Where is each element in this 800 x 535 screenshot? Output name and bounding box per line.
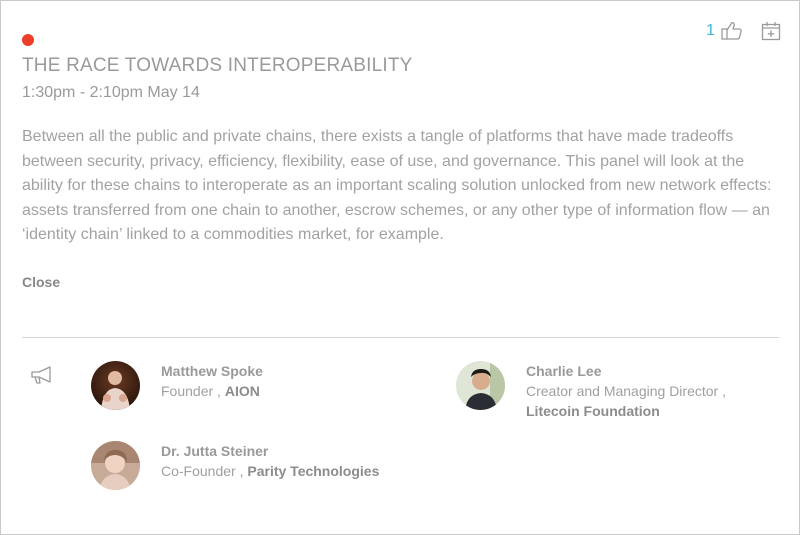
speaker-title: Co-Founder <box>161 463 236 479</box>
separator: , <box>718 383 726 399</box>
speaker-organization: AION <box>224 383 260 399</box>
session-actions: 1 <box>706 21 781 41</box>
session-time: 1:30pm - 2:10pm May 14 <box>22 84 200 101</box>
add-to-calendar-icon[interactable] <box>761 21 781 41</box>
speaker-item: Dr. Jutta Steiner Co-Founder , Parity Te… <box>91 441 379 490</box>
speaker-organization: Litecoin Foundation <box>526 403 660 419</box>
separator: , <box>213 383 225 399</box>
avatar[interactable] <box>91 361 140 410</box>
like-count: 1 <box>706 22 715 39</box>
speaker-item: Matthew Spoke Founder , AION <box>91 361 263 410</box>
speaker-role: Creator and Managing Director , Litecoin… <box>526 381 726 421</box>
avatar[interactable] <box>456 361 505 410</box>
close-button[interactable]: Close <box>22 274 60 290</box>
speaker-name[interactable]: Charlie Lee <box>526 361 726 381</box>
speaker-role: Co-Founder , Parity Technologies <box>161 461 379 481</box>
thumbs-up-icon[interactable] <box>721 21 743 41</box>
speaker-name[interactable]: Dr. Jutta Steiner <box>161 441 379 461</box>
separator: , <box>235 463 248 479</box>
speaker-title: Founder <box>161 383 214 399</box>
divider <box>22 337 779 338</box>
session-card: 1 THE RACE TOWARDS INTEROPERABILITY 1:30… <box>0 0 800 535</box>
speaker-item: Charlie Lee Creator and Managing Directo… <box>456 361 726 421</box>
speaker-name[interactable]: Matthew Spoke <box>161 361 263 381</box>
megaphone-icon <box>30 365 56 385</box>
status-indicator <box>22 34 34 46</box>
speaker-role: Founder , AION <box>161 381 263 401</box>
avatar[interactable] <box>91 441 140 490</box>
speaker-title: Creator and Managing Director <box>526 383 719 399</box>
session-title: THE RACE TOWARDS INTEROPERABILITY <box>22 55 413 76</box>
speaker-organization: Parity Technologies <box>247 463 380 479</box>
session-description: Between all the public and private chain… <box>22 128 772 243</box>
